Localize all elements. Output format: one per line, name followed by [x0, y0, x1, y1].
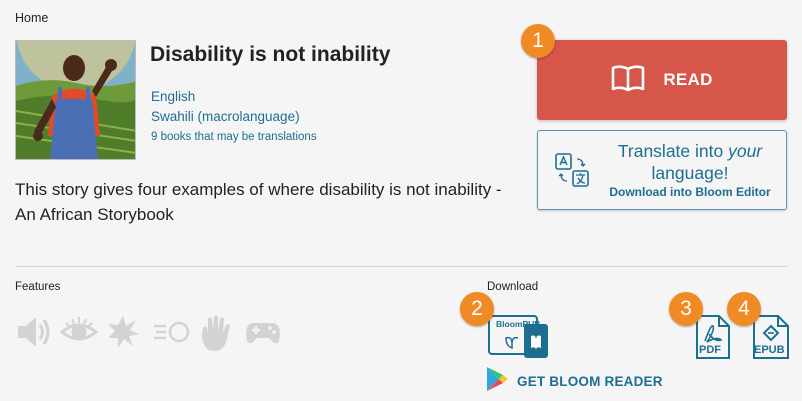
download-label: Download: [487, 281, 539, 293]
read-button[interactable]: READ: [537, 40, 787, 120]
sign-language-icon: [152, 314, 192, 355]
language-link-english[interactable]: English: [151, 89, 195, 104]
book-title: Disability is not inability: [150, 43, 391, 66]
read-button-label: READ: [663, 70, 713, 89]
translate-icon: [555, 153, 589, 192]
eye-icon: [59, 314, 99, 355]
book-summary: This story gives four examples of where …: [15, 180, 502, 224]
callout-badge-3: 3: [669, 292, 703, 326]
translate-button[interactable]: Translate into your language! Download in…: [537, 130, 787, 210]
callout-badge-4: 4: [727, 292, 761, 326]
book-cover-image: [15, 40, 136, 160]
google-play-icon: [485, 366, 509, 397]
callout-badge-2: 2: [460, 292, 494, 326]
bloompub-download-button[interactable]: BloomPUB: [488, 314, 550, 365]
game-controller-icon: [245, 314, 281, 355]
activity-icon: [106, 314, 140, 355]
get-bloom-reader-link[interactable]: GET BLOOM READER: [485, 366, 663, 397]
pdf-download-button[interactable]: PDF: [695, 314, 731, 365]
book-icon: [611, 64, 645, 97]
section-divider: [15, 266, 787, 267]
pdf-label: PDF: [699, 344, 721, 356]
callout-badge-1: 1: [521, 24, 555, 58]
epub-label: EPUB: [754, 344, 785, 356]
translate-button-title: Translate into your language!: [617, 141, 763, 183]
translate-button-subtitle: Download into Bloom Editor: [609, 185, 771, 199]
language-link-swahili[interactable]: Swahili (macrolanguage): [151, 109, 300, 124]
features-label: Features: [15, 281, 61, 293]
epub-download-button[interactable]: EPUB: [752, 314, 790, 365]
hand-icon: [198, 314, 234, 357]
breadcrumb-home[interactable]: Home: [15, 11, 48, 25]
translations-link[interactable]: 9 books that may be translations: [151, 131, 317, 143]
get-bloom-reader-label: GET BLOOM READER: [517, 374, 663, 389]
audio-icon: [16, 314, 52, 355]
bloompub-label: BloomPUB: [496, 319, 541, 329]
